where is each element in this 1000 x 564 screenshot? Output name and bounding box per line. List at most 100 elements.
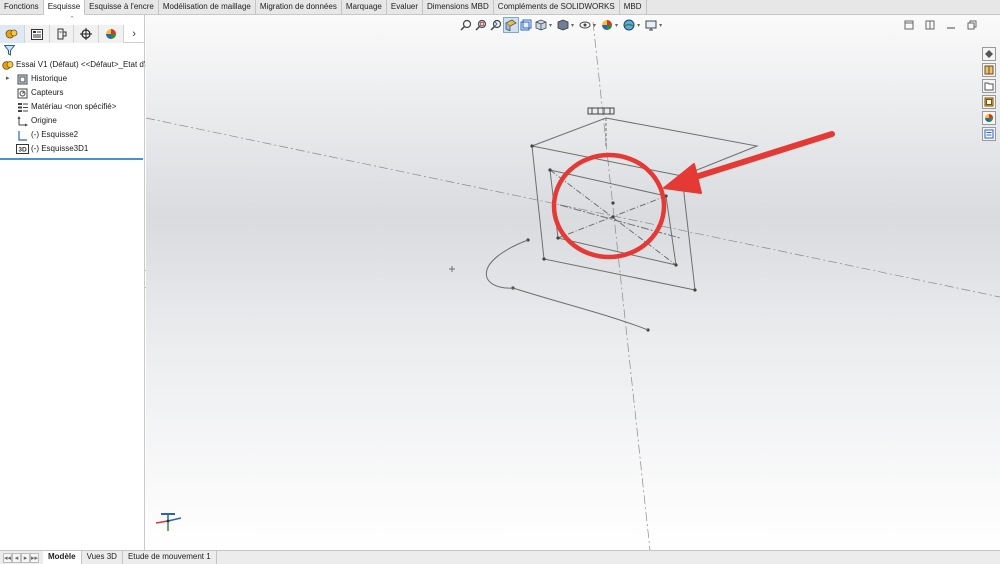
tree-item-label: (-) Esquisse2 (31, 130, 79, 139)
dynamic-annotation-icon (520, 19, 532, 31)
view-orientation-button[interactable] (534, 18, 548, 32)
tree-item-history[interactable]: ▸ Historique (0, 72, 144, 86)
bottom-tab-etude-de-mouvement-1[interactable]: Etude de mouvement 1 (123, 551, 217, 564)
tab-mbd[interactable]: MBD (620, 0, 647, 15)
display-manager-icon (106, 29, 117, 39)
property-manager-tab[interactable] (24, 25, 50, 43)
view-settings-button[interactable] (644, 18, 658, 32)
dimxpert-manager-tab[interactable] (74, 25, 100, 43)
tab-mod-lisation-de-maillage[interactable]: Modélisation de maillage (159, 0, 256, 15)
tab-migration-de-donn-es[interactable]: Migration de données (256, 0, 342, 15)
vertical-axis-line (592, 21, 651, 550)
origin-icon (16, 115, 29, 127)
sketch3d-icon: 3D (16, 143, 29, 155)
view-settings-icon (645, 20, 657, 31)
section-view-button[interactable] (503, 17, 519, 33)
solidworks-resources-icon (985, 50, 993, 58)
view-orientation-dropdown[interactable]: ▾ (549, 22, 552, 29)
sketch-points (511, 144, 697, 332)
tree-item-origin[interactable]: Origine (0, 114, 144, 128)
tab-compl-ments-de-solidworks[interactable]: Compléments de SOLIDWORKS (494, 0, 620, 15)
previous-view-button[interactable] (489, 18, 503, 32)
tree-item-label: Historique (31, 74, 68, 83)
solidworks-resources-button[interactable] (982, 47, 996, 61)
appearance-button[interactable] (600, 18, 614, 32)
tab-esquisse[interactable]: Esquisse (43, 0, 86, 15)
heads-up-view-toolbar: ▾ ▾ ▾ ▾ ▾ ▾ (459, 17, 665, 33)
zoom-area-icon (475, 19, 487, 31)
display-manager-tab[interactable] (99, 25, 125, 43)
filter-row (0, 43, 144, 58)
tree-item-label: Origine (31, 116, 57, 125)
tree-item-sketch[interactable]: (-) Esquisse2 (0, 128, 144, 142)
scene-dropdown[interactable]: ▾ (637, 22, 640, 29)
display-style-icon (557, 19, 569, 31)
custom-properties-button[interactable] (982, 127, 996, 141)
tab-fonctions[interactable]: Fonctions (0, 0, 44, 15)
material-icon (16, 101, 29, 113)
configuration-manager-icon (57, 28, 67, 40)
design-library-button[interactable] (982, 63, 996, 77)
configuration-manager-tab[interactable] (49, 25, 75, 43)
display-style-button[interactable] (556, 18, 570, 32)
view-orientation-icon (535, 19, 547, 31)
tab-marquage[interactable]: Marquage (342, 0, 387, 15)
rollback-bar[interactable] (0, 158, 143, 160)
tab-dimensions-mbd[interactable]: Dimensions MBD (423, 0, 494, 15)
last-tab-arrow[interactable]: ▸▸ (30, 552, 39, 563)
hide-show-dropdown[interactable]: ▾ (593, 22, 596, 29)
first-tab-arrow[interactable]: ◂◂ (3, 552, 12, 563)
zoom-area-button[interactable] (474, 18, 488, 32)
history-icon (16, 73, 29, 85)
restore-button[interactable] (966, 19, 978, 31)
next-tab-arrow[interactable]: ▸ (21, 552, 30, 563)
minimize-button[interactable] (945, 19, 957, 31)
more-tabs-arrow[interactable]: › (124, 25, 144, 43)
property-manager-icon (30, 28, 43, 40)
tree-item-sensor[interactable]: Capteurs (0, 86, 144, 100)
tree-expand-arrow[interactable]: ▸ (6, 72, 16, 86)
tree-item-label: (-) Esquisse3D1 (31, 144, 89, 153)
command-manager-tabs: Fonctions Esquisse Esquisse à l'encre Modél… (0, 0, 1000, 15)
tile-icon (925, 20, 935, 30)
tree-item-label: Essai V1 (Défaut) <<Défaut>_Etat d'aff (16, 60, 155, 69)
feature-manager-panel: ⌃ › Essai V1 (Défaut) <<Défaut>_Etat d'a… (0, 15, 154, 550)
dimension-marker (587, 107, 615, 115)
design-library-icon (984, 65, 994, 75)
prev-tab-arrow[interactable]: ◂ (12, 552, 21, 563)
zoom-to-fit-icon (460, 19, 472, 31)
panel-grip[interactable]: ⌃ (0, 15, 144, 25)
scene-icon (623, 19, 635, 31)
sketch-scene (146, 21, 1000, 550)
hide-show-button[interactable] (578, 18, 592, 32)
tree-item-label: Capteurs (31, 88, 64, 97)
tab-esquisse-l-encre[interactable]: Esquisse à l'encre (85, 0, 159, 15)
filter-icon[interactable] (4, 45, 15, 56)
file-explorer-button[interactable] (982, 79, 996, 93)
view-palette-button[interactable] (982, 95, 996, 109)
bottom-tab-mod-le[interactable]: Modèle (43, 551, 82, 564)
restore-small-button[interactable] (903, 19, 915, 31)
tab-evaluer[interactable]: Evaluer (387, 0, 423, 15)
tree-item-sketch3d[interactable]: 3D (-) Esquisse3D1 (0, 142, 144, 156)
dynamic-annotation-button[interactable] (519, 18, 533, 32)
scene-button[interactable] (622, 18, 636, 32)
zoom-to-fit-button[interactable] (459, 18, 473, 32)
svg-text:3D: 3D (18, 147, 27, 154)
tree-item-material[interactable]: Matériau <non spécifié> (0, 100, 144, 114)
tile-button[interactable] (924, 19, 936, 31)
sketch-icon (16, 129, 29, 141)
bottom-tabs-bar: ◂◂ ◂ ▸ ▸▸ Modèle Vues 3D Etude de mouvement 1 (0, 550, 1000, 564)
graphics-area[interactable]: ▾ ▾ ▾ ▾ ▾ ▾ (146, 15, 1000, 550)
bottom-tabs: Modèle Vues 3D Etude de mouvement 1 (43, 551, 217, 564)
bottom-tab-vues-3d[interactable]: Vues 3D (82, 551, 123, 564)
feature-manager-tab[interactable] (0, 25, 25, 43)
appearances-button[interactable] (982, 111, 996, 125)
dimxpert-icon (80, 28, 93, 40)
appearance-dropdown[interactable]: ▾ (615, 22, 618, 29)
task-pane-tabs (982, 47, 997, 141)
view-settings-dropdown[interactable]: ▾ (659, 22, 662, 29)
tree-item-label: Matériau <non spécifié> (31, 102, 117, 111)
tree-item-part[interactable]: Essai V1 (Défaut) <<Défaut>_Etat d'aff (0, 58, 154, 72)
display-style-dropdown[interactable]: ▾ (571, 22, 574, 29)
